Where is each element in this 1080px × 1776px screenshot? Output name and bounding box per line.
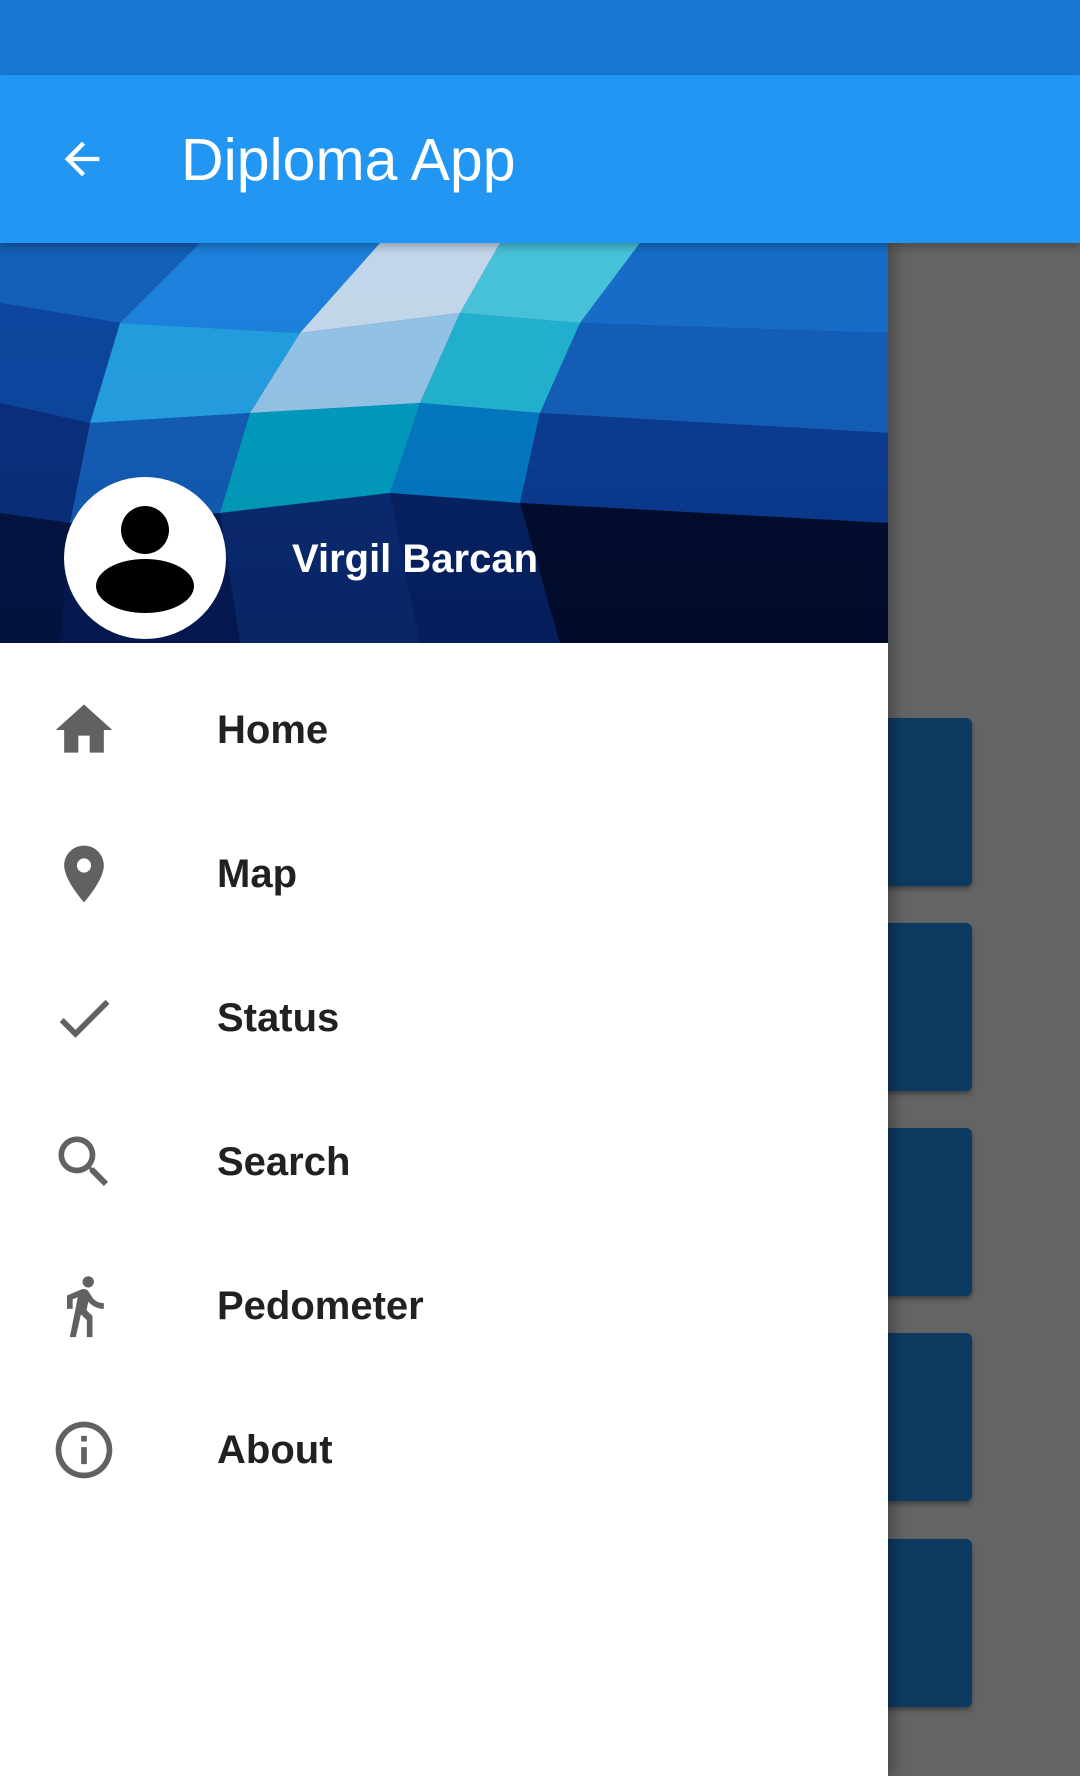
menu-item-label: Map: [217, 852, 297, 896]
menu-item-label: Status: [217, 996, 340, 1040]
menu-item-label: About: [217, 1428, 333, 1472]
user-name: Virgil Barcan: [292, 537, 539, 581]
menu-item-home[interactable]: Home: [0, 658, 888, 802]
search-icon: [58, 1136, 109, 1187]
menu-item-map[interactable]: Map: [0, 802, 888, 946]
drawer-menu: Home Map Status Search Pedometer About: [0, 658, 888, 1522]
status-bar: [0, 0, 1080, 75]
menu-item-pedometer[interactable]: Pedometer: [0, 1234, 888, 1378]
app-title: Diploma App: [181, 127, 516, 193]
menu-item-status[interactable]: Status: [0, 946, 888, 1090]
menu-item-search[interactable]: Search: [0, 1090, 888, 1234]
home-icon: [55, 704, 113, 753]
menu-item-label: Home: [217, 708, 329, 752]
background-card: [880, 1539, 972, 1707]
navigation-drawer: Virgil Barcan Home Map Status Search Ped…: [0, 243, 888, 1776]
background-card: [880, 718, 972, 886]
app-bar: Diploma App: [0, 75, 1080, 243]
walk-icon: [67, 1276, 104, 1338]
check-icon: [59, 999, 110, 1038]
arrow-back-icon: [64, 141, 100, 177]
drawer-header: Virgil Barcan: [0, 243, 888, 643]
back-button[interactable]: [44, 121, 120, 197]
info-icon: [55, 1421, 113, 1479]
background-card: [880, 1128, 972, 1296]
avatar[interactable]: [64, 477, 226, 639]
background-card: [880, 1333, 972, 1501]
menu-item-about[interactable]: About: [0, 1378, 888, 1522]
menu-item-label: Search: [217, 1140, 351, 1184]
menu-item-label: Pedometer: [217, 1284, 424, 1328]
map-pin-icon: [64, 845, 104, 903]
account-circle-icon: [64, 477, 226, 639]
background-card: [880, 923, 972, 1091]
